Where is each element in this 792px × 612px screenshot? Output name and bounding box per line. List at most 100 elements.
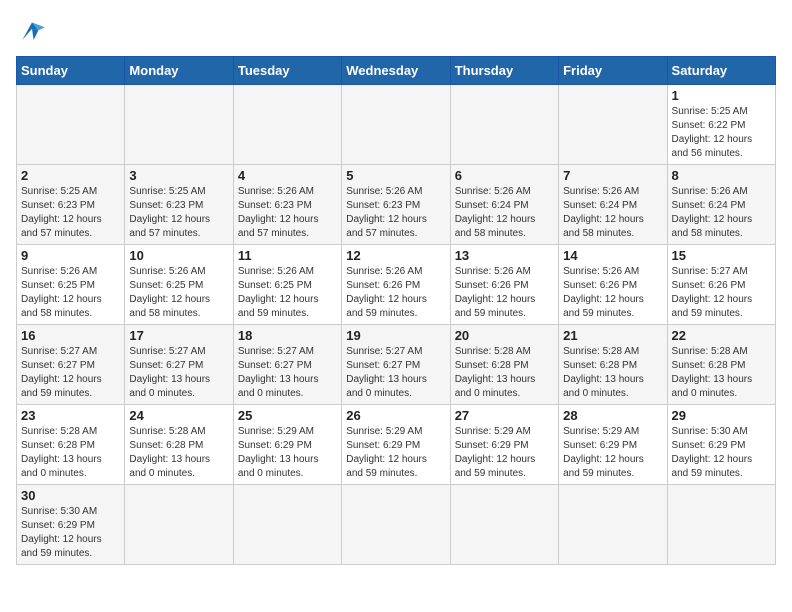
day-info: Sunrise: 5:26 AMSunset: 6:26 PMDaylight:… — [563, 265, 662, 321]
calendar-cell: 16 Sunrise: 5:27 AMSunset: 6:27 PMDayligh… — [17, 325, 125, 405]
day-header-monday: Monday — [125, 57, 233, 85]
day-info: Sunrise: 5:28 AMSunset: 6:28 PMDaylight:… — [672, 345, 771, 401]
day-info: Sunrise: 5:27 AMSunset: 6:27 PMDaylight:… — [21, 345, 120, 401]
day-info: Sunrise: 5:30 AMSunset: 6:29 PMDaylight:… — [21, 505, 120, 561]
date-number: 26 — [346, 408, 445, 423]
calendar-cell — [559, 485, 667, 565]
day-info: Sunrise: 5:27 AMSunset: 6:27 PMDaylight:… — [238, 345, 337, 401]
day-header-thursday: Thursday — [450, 57, 558, 85]
header — [16, 16, 776, 48]
calendar-cell — [559, 85, 667, 165]
calendar-cell: 7Sunrise: 5:26 AMSunset: 6:24 PMDaylight… — [559, 165, 667, 245]
calendar-cell: 26 Sunrise: 5:29 AMSunset: 6:29 PMDayligh… — [342, 405, 450, 485]
calendar-cell — [667, 485, 775, 565]
calendar-header-row: SundayMondayTuesdayWednesdayThursdayFrid… — [17, 57, 776, 85]
calendar-cell: 25 Sunrise: 5:29 AMSunset: 6:29 PMDayligh… — [233, 405, 341, 485]
date-number: 16 — [21, 328, 120, 343]
date-number: 3 — [129, 168, 228, 183]
day-info: Sunrise: 5:26 AMSunset: 6:25 PMDaylight:… — [21, 265, 120, 321]
calendar-cell — [342, 485, 450, 565]
day-info: Sunrise: 5:26 AMSunset: 6:24 PMDaylight:… — [563, 185, 662, 241]
date-number: 22 — [672, 328, 771, 343]
day-info: Sunrise: 5:26 AMSunset: 6:24 PMDaylight:… — [455, 185, 554, 241]
calendar-cell: 28 Sunrise: 5:29 AMSunset: 6:29 PMDayligh… — [559, 405, 667, 485]
calendar-cell: 27 Sunrise: 5:29 AMSunset: 6:29 PMDayligh… — [450, 405, 558, 485]
day-header-friday: Friday — [559, 57, 667, 85]
calendar-cell: 4 Sunrise: 5:26 AMSunset: 6:23 PMDaylight… — [233, 165, 341, 245]
date-number: 28 — [563, 408, 662, 423]
calendar-week-row: 23 Sunrise: 5:28 AMSunset: 6:28 PMDayligh… — [17, 405, 776, 485]
logo — [16, 16, 52, 48]
date-number: 25 — [238, 408, 337, 423]
calendar-week-row: 2Sunrise: 5:25 AMSunset: 6:23 PMDaylight… — [17, 165, 776, 245]
date-number: 29 — [672, 408, 771, 423]
day-info: Sunrise: 5:26 AMSunset: 6:26 PMDaylight:… — [346, 265, 445, 321]
day-info: Sunrise: 5:25 AMSunset: 6:23 PMDaylight:… — [129, 185, 228, 241]
date-number: 12 — [346, 248, 445, 263]
calendar-week-row: 16 Sunrise: 5:27 AMSunset: 6:27 PMDayligh… — [17, 325, 776, 405]
calendar-cell: 11Sunrise: 5:26 AMSunset: 6:25 PMDayligh… — [233, 245, 341, 325]
calendar-cell — [233, 85, 341, 165]
day-info: Sunrise: 5:29 AMSunset: 6:29 PMDaylight:… — [346, 425, 445, 481]
calendar-cell: 29 Sunrise: 5:30 AMSunset: 6:29 PMDayligh… — [667, 405, 775, 485]
day-info: Sunrise: 5:26 AMSunset: 6:25 PMDaylight:… — [238, 265, 337, 321]
day-info: Sunrise: 5:29 AMSunset: 6:29 PMDaylight:… — [238, 425, 337, 481]
calendar-cell: 20 Sunrise: 5:28 AMSunset: 6:28 PMDayligh… — [450, 325, 558, 405]
calendar-cell: 30Sunrise: 5:30 AMSunset: 6:29 PMDayligh… — [17, 485, 125, 565]
date-number: 14 — [563, 248, 662, 263]
day-info: Sunrise: 5:27 AMSunset: 6:27 PMDaylight:… — [129, 345, 228, 401]
calendar-cell: 3 Sunrise: 5:25 AMSunset: 6:23 PMDaylight… — [125, 165, 233, 245]
day-info: Sunrise: 5:27 AMSunset: 6:26 PMDaylight:… — [672, 265, 771, 321]
date-number: 1 — [672, 88, 771, 103]
day-info: Sunrise: 5:29 AMSunset: 6:29 PMDaylight:… — [455, 425, 554, 481]
date-number: 5 — [346, 168, 445, 183]
day-header-saturday: Saturday — [667, 57, 775, 85]
calendar-cell: 8Sunrise: 5:26 AMSunset: 6:24 PMDaylight… — [667, 165, 775, 245]
day-info: Sunrise: 5:26 AMSunset: 6:26 PMDaylight:… — [455, 265, 554, 321]
day-info: Sunrise: 5:28 AMSunset: 6:28 PMDaylight:… — [455, 345, 554, 401]
date-number: 18 — [238, 328, 337, 343]
calendar-week-row: 9 Sunrise: 5:26 AMSunset: 6:25 PMDaylight… — [17, 245, 776, 325]
day-info: Sunrise: 5:28 AMSunset: 6:28 PMDaylight:… — [563, 345, 662, 401]
calendar-table: SundayMondayTuesdayWednesdayThursdayFrid… — [16, 56, 776, 565]
date-number: 4 — [238, 168, 337, 183]
day-header-wednesday: Wednesday — [342, 57, 450, 85]
calendar-cell: 13Sunrise: 5:26 AMSunset: 6:26 PMDayligh… — [450, 245, 558, 325]
day-info: Sunrise: 5:29 AMSunset: 6:29 PMDaylight:… — [563, 425, 662, 481]
day-info: Sunrise: 5:25 AMSunset: 6:23 PMDaylight:… — [21, 185, 120, 241]
day-info: Sunrise: 5:26 AMSunset: 6:24 PMDaylight:… — [672, 185, 771, 241]
date-number: 23 — [21, 408, 120, 423]
day-header-tuesday: Tuesday — [233, 57, 341, 85]
date-number: 9 — [21, 248, 120, 263]
calendar-cell: 6 Sunrise: 5:26 AMSunset: 6:24 PMDaylight… — [450, 165, 558, 245]
date-number: 19 — [346, 328, 445, 343]
calendar-cell: 18 Sunrise: 5:27 AMSunset: 6:27 PMDayligh… — [233, 325, 341, 405]
calendar-cell: 23 Sunrise: 5:28 AMSunset: 6:28 PMDayligh… — [17, 405, 125, 485]
day-info: Sunrise: 5:26 AMSunset: 6:25 PMDaylight:… — [129, 265, 228, 321]
calendar-cell — [450, 85, 558, 165]
calendar-cell — [17, 85, 125, 165]
date-number: 10 — [129, 248, 228, 263]
day-info: Sunrise: 5:28 AMSunset: 6:28 PMDaylight:… — [21, 425, 120, 481]
logo-icon — [16, 16, 48, 48]
day-info: Sunrise: 5:26 AMSunset: 6:23 PMDaylight:… — [238, 185, 337, 241]
day-info: Sunrise: 5:30 AMSunset: 6:29 PMDaylight:… — [672, 425, 771, 481]
calendar-cell: 5 Sunrise: 5:26 AMSunset: 6:23 PMDaylight… — [342, 165, 450, 245]
calendar-cell: 9 Sunrise: 5:26 AMSunset: 6:25 PMDaylight… — [17, 245, 125, 325]
calendar-cell: 21Sunrise: 5:28 AMSunset: 6:28 PMDayligh… — [559, 325, 667, 405]
calendar-cell — [125, 85, 233, 165]
day-header-sunday: Sunday — [17, 57, 125, 85]
calendar-cell — [450, 485, 558, 565]
calendar-cell — [342, 85, 450, 165]
date-number: 15 — [672, 248, 771, 263]
calendar-cell: 19Sunrise: 5:27 AMSunset: 6:27 PMDayligh… — [342, 325, 450, 405]
date-number: 6 — [455, 168, 554, 183]
date-number: 27 — [455, 408, 554, 423]
date-number: 20 — [455, 328, 554, 343]
calendar-cell — [125, 485, 233, 565]
calendar-cell: 22 Sunrise: 5:28 AMSunset: 6:28 PMDayligh… — [667, 325, 775, 405]
date-number: 17 — [129, 328, 228, 343]
calendar-cell: 1Sunrise: 5:25 AMSunset: 6:22 PMDaylight… — [667, 85, 775, 165]
day-info: Sunrise: 5:26 AMSunset: 6:23 PMDaylight:… — [346, 185, 445, 241]
calendar-cell: 12 Sunrise: 5:26 AMSunset: 6:26 PMDayligh… — [342, 245, 450, 325]
